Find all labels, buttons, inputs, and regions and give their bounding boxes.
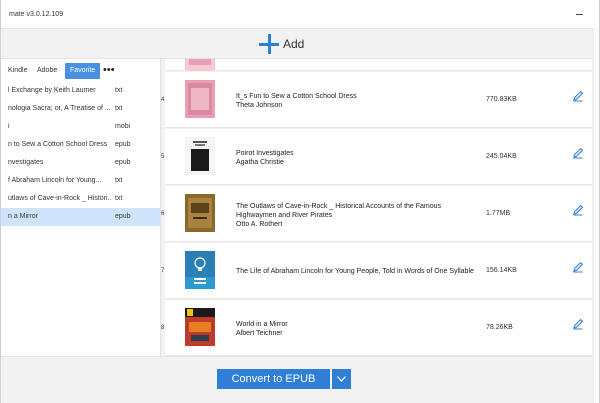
bottom-bar: Convert to EPUB [1,356,593,403]
chevron-down-icon [337,376,346,382]
list-item-name: f Abraham Lincoln for Young... [8,177,102,184]
book-author: Agatha Christie [236,159,284,166]
book-card[interactable]: 6 The Outlaws of Cave-in-Rock _ Historic… [161,186,592,242]
list-item[interactable]: l Exchange by Keith Laumer txt [1,82,161,100]
list-item[interactable]: utlaws of Cave-in-Rock _ Histori... txt [1,190,161,208]
book-title: World in a Mirror [236,321,288,328]
add-toolbar: Add [1,28,593,59]
book-cover [185,80,215,118]
edit-pencil-icon[interactable] [572,147,584,159]
list-item-name: n to Sew a Cotton School Dress [8,141,108,148]
book-card[interactable]: 8 World in a Mirror Albert Teichner 78.2… [161,300,592,356]
list-item-format: txt [115,177,123,184]
library-tabs: Kindle Adobe Favorite ••• [1,63,161,79]
window-title: mate v3.0.12.109 [9,11,64,18]
list-item-name: i [8,123,10,130]
edit-pencil-icon[interactable] [572,261,584,273]
edit-pencil-icon[interactable] [572,318,584,330]
book-list-panel: 4 It_s Fun to Sew a Cotton School Dress … [161,59,593,356]
list-item-name: nvestigates [8,159,44,166]
list-item-format: epub [115,213,131,220]
row-index: 4 [161,97,165,103]
list-item-name: n a Mirror [8,213,38,220]
list-item-name: utlaws of Cave-in-Rock _ Histori... [8,195,112,202]
library-list: l Exchange by Keith Laumer txt nologia S… [1,82,161,226]
edit-pencil-icon[interactable] [572,204,584,216]
list-item[interactable]: nologia Sacra; or, A Treatise of ... txt [1,100,161,118]
minimize-icon[interactable] [576,14,583,15]
list-item-format: epub [115,159,131,166]
book-card[interactable]: 5 Poirot Investigates Agatha Christie 24… [161,129,592,185]
tab-favorite[interactable]: Favorite [65,63,101,79]
add-label: Add [283,37,305,51]
book-author: Otto A. Rothert [236,221,283,228]
convert-button[interactable]: Convert to EPUB [217,369,330,389]
list-item[interactable]: n to Sew a Cotton School Dress epub [1,136,161,154]
plus-icon [259,34,279,54]
book-cover [185,59,215,71]
vertical-scrollbar[interactable] [593,28,599,403]
more-tabs-icon[interactable]: ••• [103,65,115,76]
book-author: Albert Teichner [236,330,283,337]
list-item-name: l Exchange by Keith Laumer [8,87,96,94]
list-item[interactable]: f Abraham Lincoln for Young... txt [1,172,161,190]
book-cover [185,194,215,232]
list-item[interactable]: i mobi [1,118,161,136]
row-index: 5 [161,154,165,160]
list-item-name: nologia Sacra; or, A Treatise of ... [8,105,111,112]
row-index: 8 [161,325,165,331]
list-item[interactable]: nvestigates epub [1,154,161,172]
book-card[interactable]: 4 It_s Fun to Sew a Cotton School Dress … [161,72,592,128]
row-index: 7 [161,268,165,274]
list-item-format: epub [115,141,131,148]
book-size: 245.04KB [486,153,517,160]
edit-pencil-icon[interactable] [572,90,584,102]
book-cover [185,137,215,175]
tab-kindle[interactable]: Kindle [8,63,27,79]
book-author: Theta Johnson [236,102,283,109]
book-title: It_s Fun to Sew a Cotton School Dress [236,93,357,100]
book-card-partial [165,59,592,71]
title-bar: mate v3.0.12.109 [1,0,599,28]
book-size: 770.83KB [486,96,517,103]
book-title: Poirot Investigates [236,150,294,157]
list-item-format: mobi [115,123,131,130]
list-item-format: txt [115,87,123,94]
library-panel: Kindle Adobe Favorite ••• l Exchange by … [1,59,161,356]
row-index: 6 [161,211,165,217]
list-item-format: txt [115,195,123,202]
book-size: 1.77MB [486,210,511,217]
book-size: 156.14KB [486,267,517,274]
book-title: The Outlaws of Cave-in-Rock _ Historical… [236,203,442,219]
tab-adobe[interactable]: Adobe [37,63,57,79]
book-cover [185,251,215,289]
list-item-selected[interactable]: n a Mirror epub [1,208,161,226]
book-card[interactable]: 7 The Life of Abraham Lincoln for Young … [161,243,592,299]
app-window: mate v3.0.12.109 Add Kindle Adobe Favori… [0,0,600,403]
list-item-format: txt [115,105,123,112]
convert-format-dropdown[interactable] [332,369,351,389]
book-cover [185,308,215,346]
book-title: The Life of Abraham Lincoln for Young Pe… [236,268,474,275]
book-size: 78.26KB [486,324,513,331]
add-button[interactable]: Add [259,31,304,57]
